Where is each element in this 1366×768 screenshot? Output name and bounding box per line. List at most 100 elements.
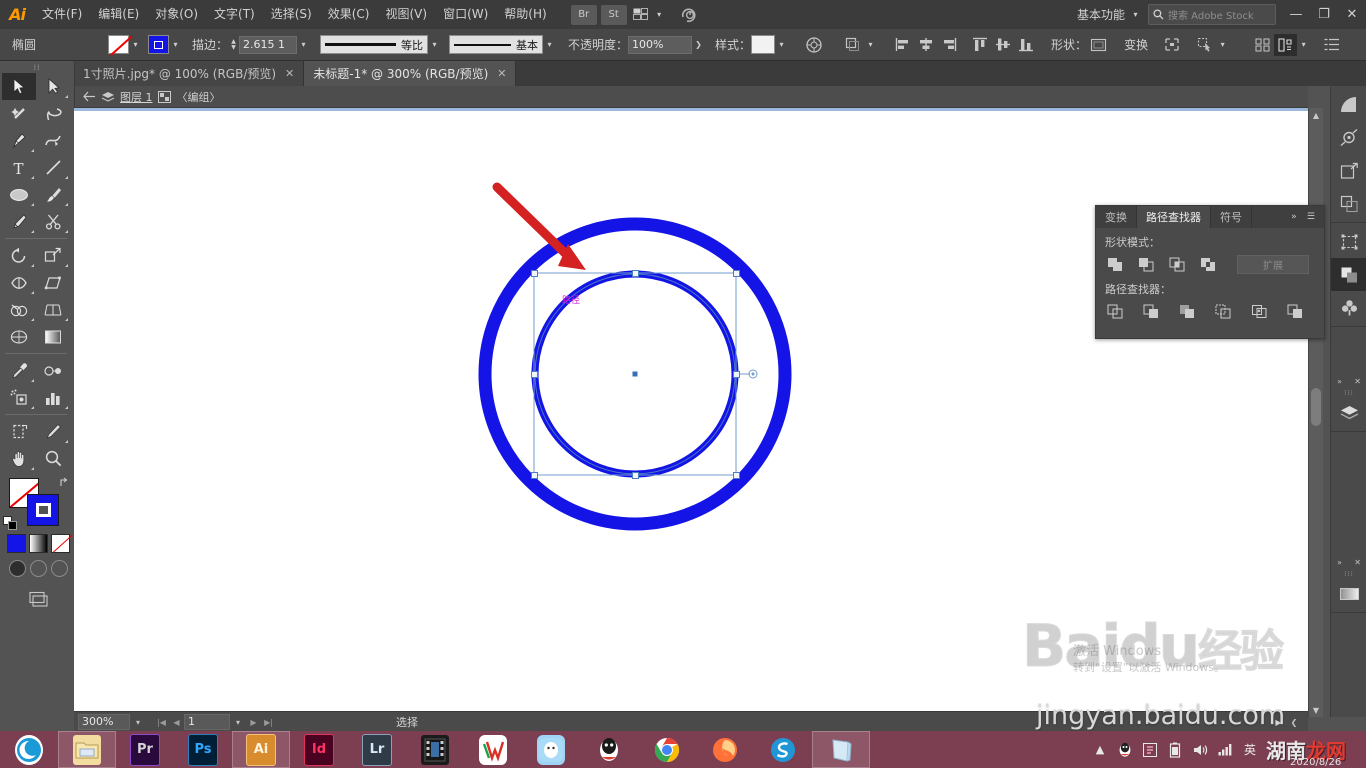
direct-selection-tool[interactable] <box>36 73 70 100</box>
align-right-icon[interactable] <box>937 34 960 56</box>
taskbar-app-360-browser[interactable] <box>0 731 58 768</box>
recolor-artwork-icon[interactable] <box>802 34 825 56</box>
blend-tool[interactable] <box>36 357 70 384</box>
isolate-selection-icon[interactable] <box>1087 34 1110 56</box>
crop-button[interactable] <box>1211 300 1236 322</box>
align-bottom-icon[interactable] <box>1014 34 1037 56</box>
document-tab-2-close-icon[interactable]: ✕ <box>497 67 506 80</box>
stroke-profile-chevron-down-icon[interactable]: ▾ <box>428 35 441 54</box>
taskbar-app-chrome[interactable] <box>638 731 696 768</box>
swap-fill-stroke-icon[interactable] <box>59 477 71 489</box>
next-artboard-icon[interactable]: ▶ <box>246 714 261 730</box>
selection-handle-mr[interactable] <box>733 371 740 378</box>
tab-symbols[interactable]: 符号 <box>1211 206 1252 228</box>
intersect-button[interactable] <box>1165 253 1190 275</box>
zoom-level-input[interactable]: 300% <box>78 714 130 730</box>
align-center-horizontal-icon[interactable] <box>914 34 937 56</box>
artboard-tool[interactable] <box>2 418 36 445</box>
style-chevron-down-icon[interactable]: ▾ <box>775 35 788 54</box>
taskbar-app-document-window[interactable] <box>812 731 870 768</box>
menu-view[interactable]: 视图(V) <box>377 0 435 29</box>
stroke-color-box[interactable] <box>27 494 59 526</box>
align-top-icon[interactable] <box>968 34 991 56</box>
document-canvas[interactable]: 路径 激活 Windows 转到“设置”以激活 Windows。 Baidu经验 <box>74 108 1308 717</box>
brush-definition-select[interactable]: 基本 <box>449 35 544 54</box>
pathfinder-panel-icon[interactable] <box>1331 258 1366 291</box>
outline-button[interactable] <box>1247 300 1272 322</box>
document-tab-1[interactable]: 1寸照片.jpg* @ 100% (RGB/预览) ✕ <box>74 61 305 86</box>
screen-mode-button[interactable] <box>22 588 52 612</box>
menu-type[interactable]: 文字(T) <box>206 0 263 29</box>
rotate-tool[interactable] <box>2 242 36 269</box>
align-left-icon[interactable] <box>891 34 914 56</box>
fill-swatch[interactable] <box>108 35 129 54</box>
menu-help[interactable]: 帮助(H) <box>496 0 554 29</box>
zoom-chevron-down-icon[interactable]: ▾ <box>130 714 146 730</box>
slice-tool[interactable] <box>36 418 70 445</box>
sync-settings-icon[interactable] <box>678 4 702 26</box>
menu-object[interactable]: 对象(O) <box>147 0 206 29</box>
taskbar-app-qq[interactable] <box>580 731 638 768</box>
volume-icon[interactable] <box>1192 742 1208 758</box>
battery-icon[interactable] <box>1167 742 1183 758</box>
back-arrow-icon[interactable] <box>82 90 96 104</box>
last-artboard-icon[interactable]: ▶| <box>261 714 276 730</box>
paintbrush-tool[interactable] <box>36 181 70 208</box>
taskbar-app-premiere[interactable]: Pr <box>116 731 174 768</box>
fill-chevron-down-icon[interactable]: ▾ <box>129 35 142 54</box>
unite-button[interactable] <box>1103 253 1128 275</box>
stroke-weight-chevron-down-icon[interactable]: ▾ <box>297 35 310 54</box>
transform-icon[interactable] <box>1331 225 1366 258</box>
taskbar-app-lightroom[interactable]: Lr <box>348 731 406 768</box>
stroke-weight-stepper[interactable]: ▲ ▼ <box>228 36 239 53</box>
selection-handle-bc[interactable] <box>632 472 639 479</box>
opacity-input[interactable]: 100% <box>628 35 693 54</box>
transform-panel-icon[interactable] <box>1331 154 1366 187</box>
mesh-tool[interactable] <box>2 323 36 350</box>
draw-normal-button[interactable] <box>9 560 26 577</box>
stroke-swatch[interactable] <box>148 35 169 54</box>
artboard-chevron-down-icon[interactable]: ▾ <box>230 714 246 730</box>
gradient-tool[interactable] <box>36 323 70 350</box>
canvas-vertical-scrollbar[interactable]: ▲ ▼ <box>1308 108 1323 717</box>
arrange-documents-chevron-down-icon[interactable]: ▾ <box>653 5 666 24</box>
workspace-chevron-down-icon[interactable]: ▾ <box>1129 5 1142 24</box>
shape-builder-tool[interactable] <box>2 296 36 323</box>
menu-edit[interactable]: 编辑(E) <box>90 0 147 29</box>
stroke-profile-select[interactable]: 等比 <box>320 35 429 54</box>
color-guide-icon[interactable] <box>1331 88 1366 121</box>
menu-window[interactable]: 窗口(W) <box>435 0 496 29</box>
dock-close-icon-2[interactable]: ✕ <box>1354 558 1361 567</box>
panel-menu-icon[interactable]: ☰ <box>1307 212 1315 222</box>
tools-panel-grip[interactable]: ⁞⁞ <box>0 61 74 73</box>
gradient-panel-icon[interactable] <box>1331 577 1366 610</box>
expand-button[interactable]: 扩展 <box>1237 254 1309 274</box>
perspective-grid-tool[interactable] <box>36 296 70 323</box>
none-mode-button[interactable] <box>51 534 70 553</box>
magic-wand-tool[interactable] <box>2 100 36 127</box>
scroll-up-arrow-icon[interactable]: ▲ <box>1309 108 1323 122</box>
column-graph-tool[interactable] <box>36 384 70 411</box>
layers-panel-icon[interactable] <box>1331 396 1366 429</box>
menu-file[interactable]: 文件(F) <box>34 0 90 29</box>
width-tool[interactable] <box>2 269 36 296</box>
menu-select[interactable]: 选择(S) <box>263 0 320 29</box>
dock-close-icon[interactable]: ✕ <box>1354 377 1361 386</box>
taskbar-app-photoshop[interactable]: Ps <box>174 731 232 768</box>
show-hidden-icons-icon[interactable]: ▲ <box>1092 742 1108 758</box>
taskbar-app-file-explorer[interactable] <box>58 731 116 768</box>
symbols-panel-icon[interactable] <box>1331 291 1366 324</box>
breadcrumb-layer-name[interactable]: 图层 1 <box>120 89 153 105</box>
pen-tool[interactable] <box>2 127 36 154</box>
bridge-button[interactable]: Br <box>570 4 597 25</box>
breadcrumb-group-label[interactable]: 〈编组〉 <box>177 89 221 105</box>
taskbar-app-wps[interactable] <box>464 731 522 768</box>
menu-effect[interactable]: 效果(C) <box>320 0 378 29</box>
draw-inside-button[interactable] <box>51 560 68 577</box>
workspace-switcher-label[interactable]: 基本功能 <box>1073 6 1129 23</box>
network-icon[interactable] <box>1217 742 1233 758</box>
taskbar-app-note[interactable] <box>522 731 580 768</box>
brushes-icon[interactable] <box>1331 121 1366 154</box>
selection-tool[interactable] <box>2 73 36 100</box>
trim-button[interactable] <box>1139 300 1164 322</box>
